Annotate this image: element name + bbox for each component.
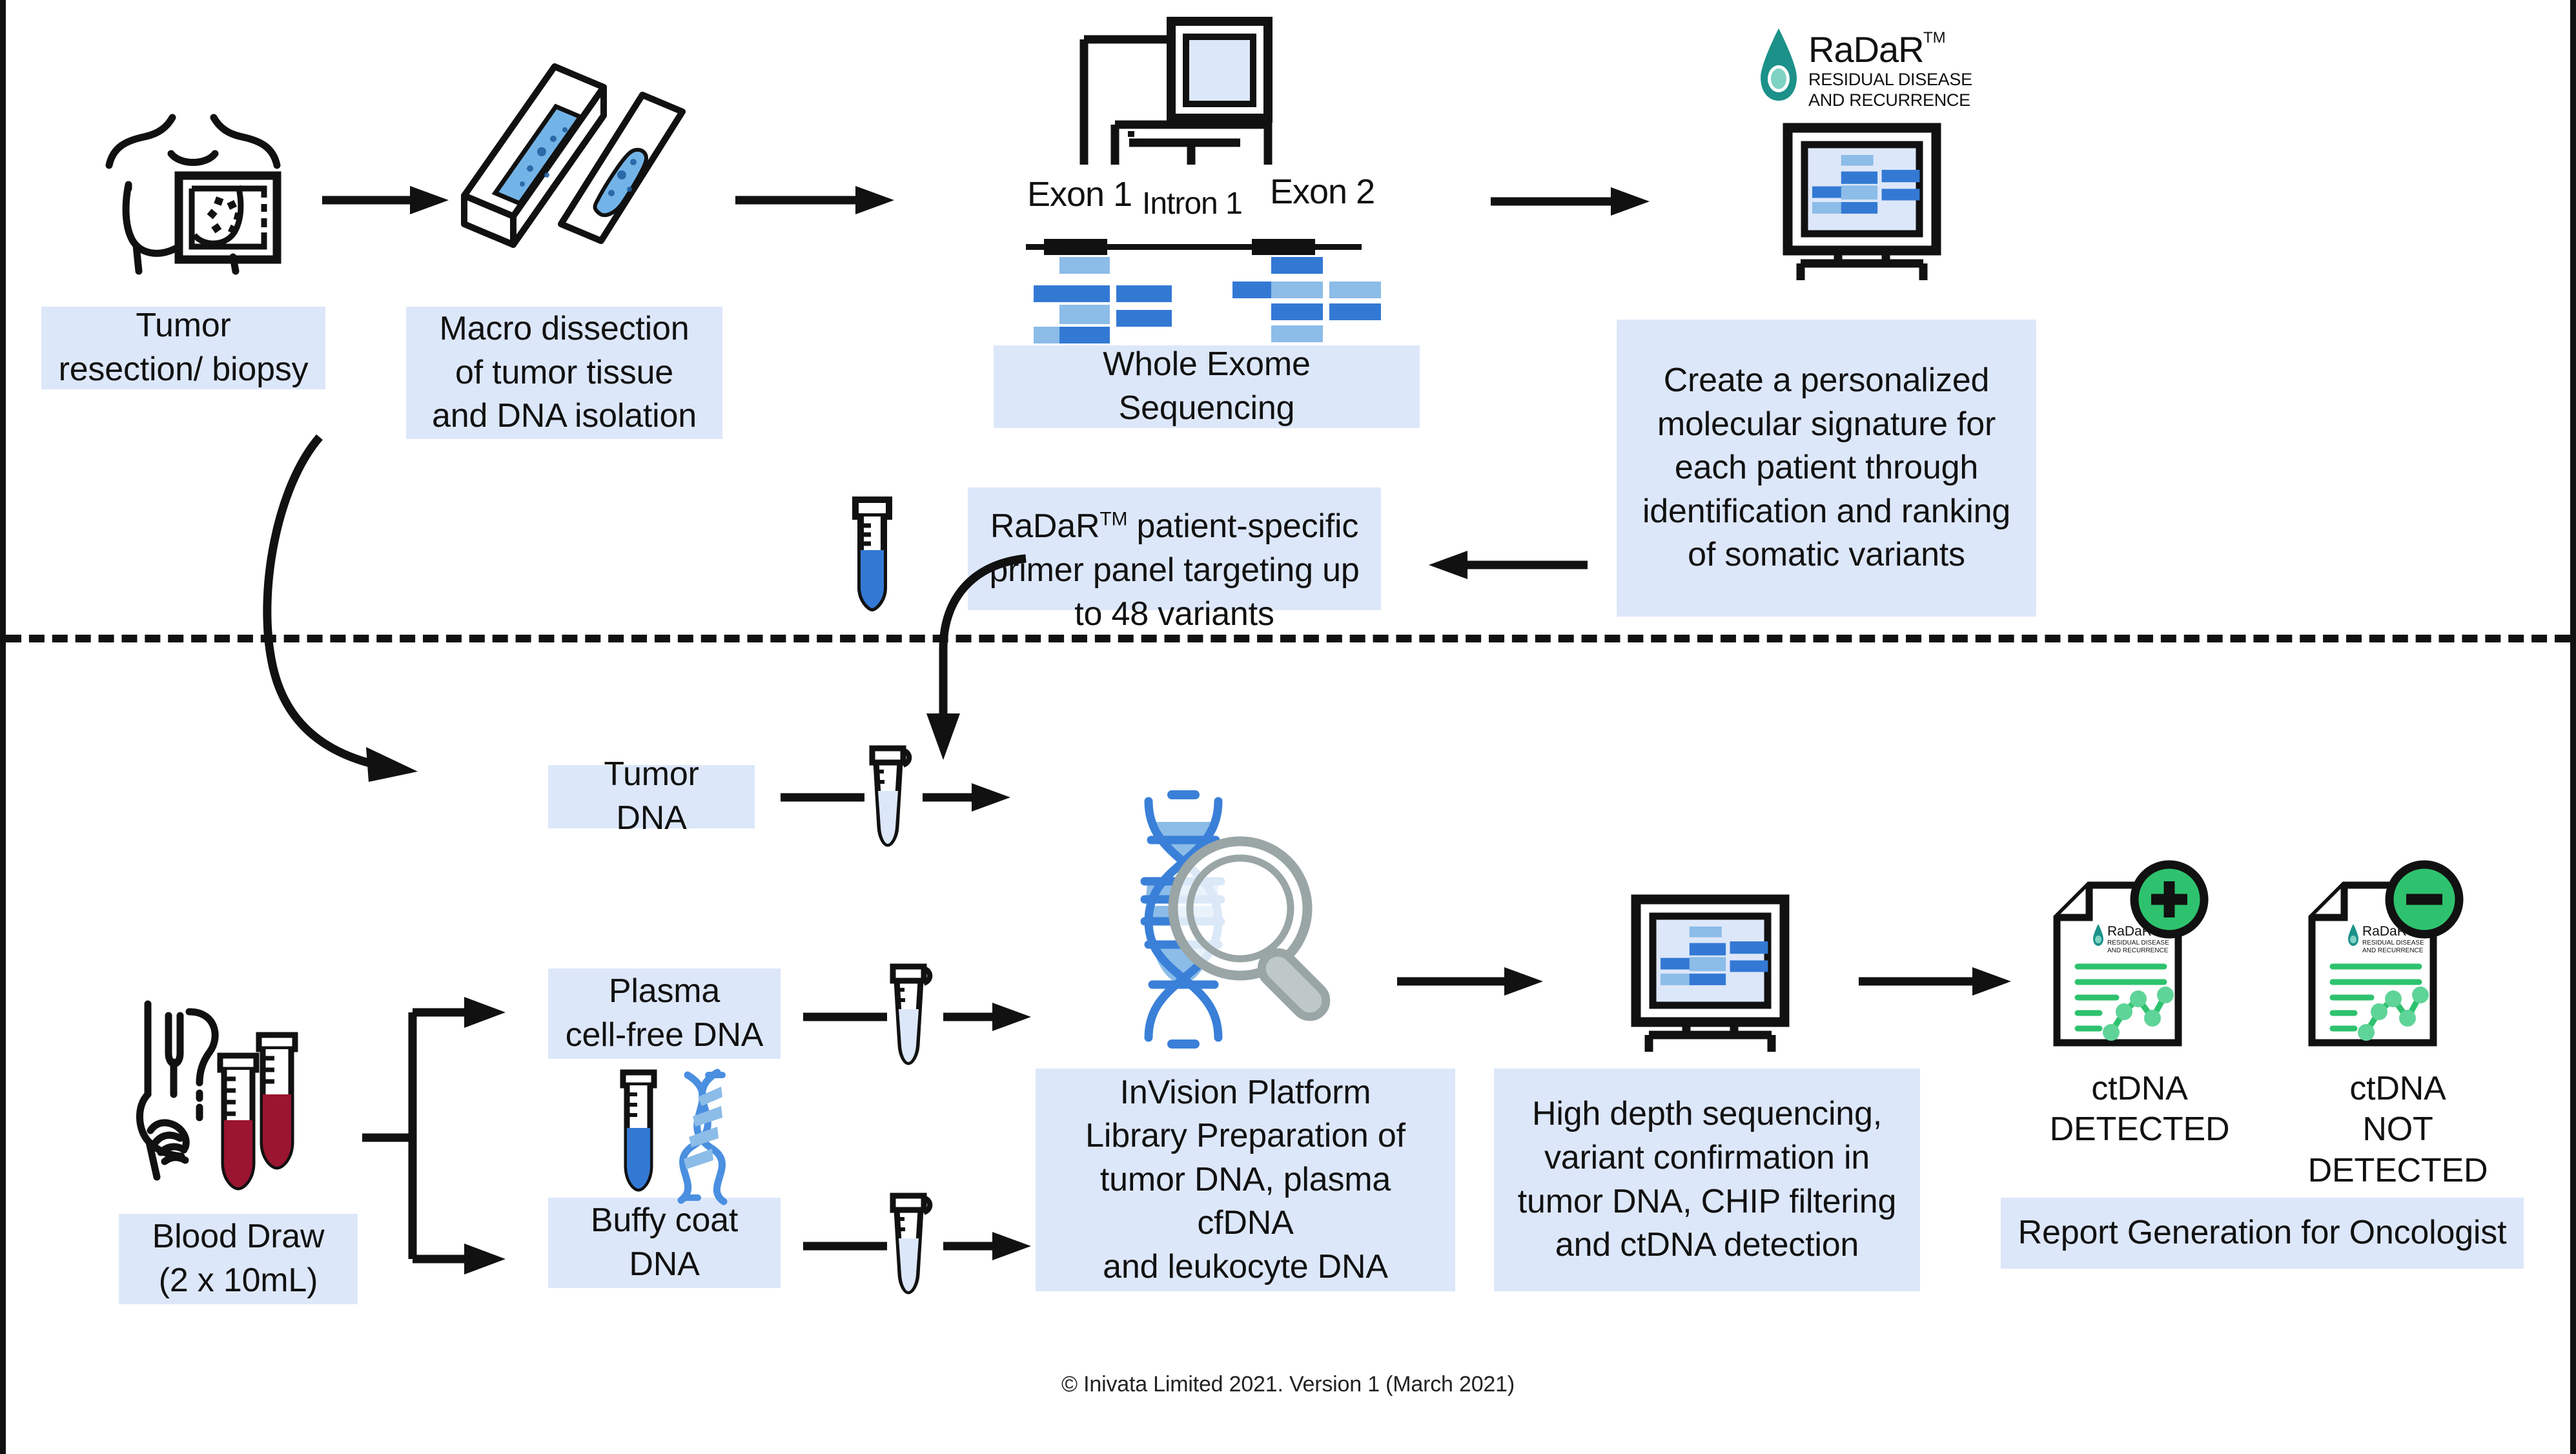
arrow-right-tumor-dna xyxy=(923,778,1013,817)
sequence-reads-exon1 xyxy=(1034,257,1182,354)
copyright-footer: © Inivata Limited 2021. Version 1 (March… xyxy=(1061,1372,1515,1397)
sequence-read-block xyxy=(1059,327,1110,343)
svg-text:AND RECURRENCE: AND RECURRENCE xyxy=(2362,947,2424,954)
sequence-read-block xyxy=(1271,325,1323,342)
sequence-read-block xyxy=(1689,943,1726,956)
arrow-right-1 xyxy=(322,181,451,220)
branch-connector xyxy=(362,997,524,1275)
step-invision-platform: InVision Platform Library Preparation of… xyxy=(1036,1069,1455,1291)
plasma-eppendorf-line xyxy=(803,998,887,1036)
sequence-read-block xyxy=(1116,285,1172,302)
step-high-depth-sequencing: High depth sequencing, variant confirmat… xyxy=(1494,1069,1920,1291)
arrow-right-2 xyxy=(735,181,897,220)
svg-text:AND RECURRENCE: AND RECURRENCE xyxy=(1808,90,1970,110)
step-plasma-cfdna: Plasma cell-free DNA xyxy=(548,968,781,1059)
sequence-read-block xyxy=(1841,171,1878,184)
arrow-left-1 xyxy=(1426,546,1588,584)
sequence-read-block xyxy=(1116,310,1172,327)
arrow-right-buffy xyxy=(943,1227,1034,1265)
sequence-read-block xyxy=(1881,170,1920,183)
step-create-signature: Create a personalized molecular signatur… xyxy=(1617,320,2036,617)
sequence-read-block xyxy=(1841,155,1874,166)
tumor-dna-eppendorf-icon xyxy=(864,745,914,849)
sequencer-monitor-icon xyxy=(1065,16,1278,165)
svg-text:AND RECURRENCE: AND RECURRENCE xyxy=(2107,947,2169,954)
report-ctdna-detected-icon: RaDaR TM RESIDUAL DISEASE AND RECURRENCE xyxy=(2049,860,2236,1056)
sequence-read-block xyxy=(1329,303,1381,320)
sequence-read-block xyxy=(1271,303,1323,320)
gene-label-exon1: Exon 1 xyxy=(1027,175,1132,214)
sequence-read-block xyxy=(1059,257,1110,274)
sequence-read-block xyxy=(1329,282,1381,298)
workflow-diagram: Tumor resection/ biopsy Macro dissection… xyxy=(0,0,2576,1454)
sequence-read-block xyxy=(1881,189,1920,201)
label-ctdna-detected: ctDNA DETECTED xyxy=(2049,1070,2230,1149)
curved-arrow-tissue-to-tumor-dna xyxy=(258,429,529,791)
arrow-right-invision xyxy=(1397,962,1546,1001)
arrow-right-plasma xyxy=(943,998,1034,1036)
report-ctdna-not-detected-icon: RaDaR TM RESIDUAL DISEASE AND RECURRENCE xyxy=(2304,860,2491,1056)
step-report-generation: Report Generation for Oncologist xyxy=(2001,1198,2524,1269)
tissue-slides-icon xyxy=(445,55,703,268)
curved-arrow-primer-down xyxy=(864,552,1032,765)
buffy-eppendorf-line xyxy=(803,1227,887,1265)
patient-torso-icon xyxy=(77,39,309,275)
sequence-read-block xyxy=(1689,973,1726,985)
label-ctdna-not-detected: ctDNA NOT DETECTED xyxy=(2307,1070,2488,1189)
gene-label-intron1: Intron 1 xyxy=(1142,187,1243,221)
step-blood-draw: Blood Draw (2 x 10mL) xyxy=(119,1214,358,1304)
monitor-sequence-reads-top xyxy=(1812,155,1920,214)
step-macro-dissection: Macro dissection of tumor tissue and DNA… xyxy=(406,307,722,439)
gene-label-exon2: Exon 2 xyxy=(1270,172,1375,211)
primer-panel-tm: TM xyxy=(1099,509,1128,531)
sequence-read-block xyxy=(1271,282,1323,298)
sequence-read-block xyxy=(1059,305,1110,324)
arrow-right-report xyxy=(1859,962,2014,1001)
svg-text:RESIDUAL DISEASE: RESIDUAL DISEASE xyxy=(1808,70,1972,89)
sequence-read-block xyxy=(1730,941,1768,954)
arrow-right-3 xyxy=(1491,182,1652,221)
step-tumor-resection: Tumor resection/ biopsy xyxy=(41,307,325,389)
sequence-read-block xyxy=(1841,185,1878,200)
sequence-reads-exon2 xyxy=(1232,257,1387,354)
buffy-eppendorf-icon xyxy=(885,1193,934,1296)
step-whole-exome-sequencing: Whole Exome Sequencing xyxy=(994,345,1420,428)
step-buffy-coat-dna: Buffy coat DNA xyxy=(548,1198,781,1288)
gene-track-icon xyxy=(1026,238,1362,257)
arrow-tumor-dna-line xyxy=(781,778,864,817)
plasma-tube-dna-icon xyxy=(611,1069,779,1205)
blood-draw-icon xyxy=(122,998,354,1211)
sequence-read-block xyxy=(1059,285,1110,302)
sequence-read-block xyxy=(1841,201,1878,214)
svg-text:RESIDUAL DISEASE: RESIDUAL DISEASE xyxy=(2107,939,2169,947)
monitor-sequence-reads-bottom xyxy=(1661,927,1768,985)
radar-logo: RaDaR TM RESIDUAL DISEASE AND RECURRENCE xyxy=(1757,25,1972,115)
svg-text:RESIDUAL DISEASE: RESIDUAL DISEASE xyxy=(2362,939,2424,947)
svg-text:TM: TM xyxy=(1923,29,1946,46)
sequence-read-block xyxy=(1730,960,1768,972)
svg-text:RaDaR: RaDaR xyxy=(1808,29,1924,70)
sequence-read-block xyxy=(1271,257,1323,274)
sequence-read-block xyxy=(1689,927,1722,937)
dna-magnifier-icon xyxy=(1103,784,1375,1056)
sequence-read-block xyxy=(1689,957,1726,972)
plasma-eppendorf-icon xyxy=(885,963,934,1067)
primer-panel-brand: RaDaR xyxy=(990,507,1100,546)
step-tumor-dna: Tumor DNA xyxy=(548,755,755,837)
